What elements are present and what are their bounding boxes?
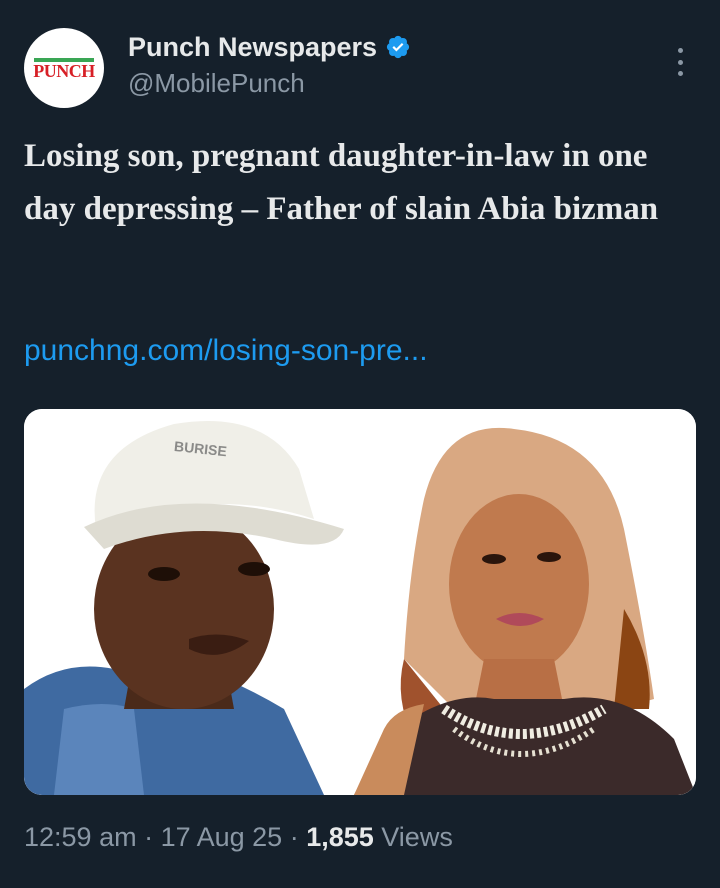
author-display-name[interactable]: Punch Newspapers [128, 32, 377, 63]
author-handle[interactable]: @MobilePunch [128, 68, 305, 99]
meta-separator: · [136, 822, 161, 852]
tweet-text: Losing son, pregnant daughter-in-law in … [24, 138, 659, 227]
views-label: Views [373, 822, 453, 852]
punch-logo-text: PUNCH [33, 61, 95, 81]
author-name-row: Punch Newspapers [128, 30, 411, 64]
photo-illustration: BURISE [24, 409, 696, 795]
tweet: PUNCH Punch Newspapers @MobilePunch Losi… [0, 0, 720, 888]
meta-separator: · [282, 822, 307, 852]
more-options-icon[interactable] [666, 44, 694, 80]
tweet-date[interactable]: 17 Aug 25 [161, 822, 283, 852]
tweet-time[interactable]: 12:59 am [24, 822, 137, 852]
tweet-meta: 12:59 am · 17 Aug 25 · 1,855 Views [24, 822, 453, 853]
views-count[interactable]: 1,855 [306, 822, 374, 852]
verified-badge-icon [386, 35, 410, 59]
avatar[interactable]: PUNCH [24, 28, 104, 108]
tweet-image[interactable]: BURISE [24, 409, 696, 795]
article-link[interactable]: punchng.com/losing-son-pre... [24, 334, 428, 368]
